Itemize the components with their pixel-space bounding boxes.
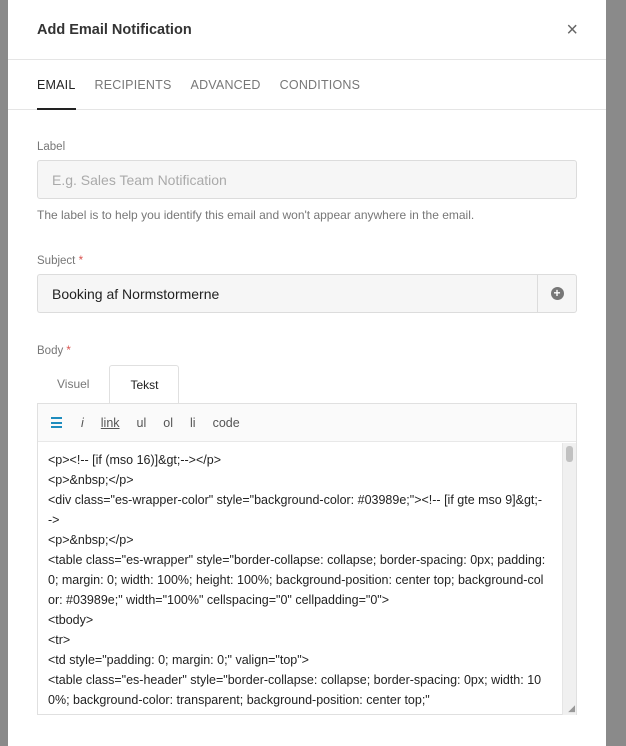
code-line: <div class="es-wrapper-color" style="bac… [48, 493, 543, 527]
scrollbar-thumb[interactable] [566, 446, 573, 462]
tab-visual[interactable]: Visuel [37, 364, 109, 403]
code-line: <td style="padding: 0; margin: 0;" valig… [48, 653, 309, 667]
close-icon[interactable]: × [566, 20, 578, 40]
subject-row: Booking af Normstormerne + [37, 274, 577, 313]
add-email-notification-modal: Add Email Notification × EMAIL RECIPIENT… [8, 0, 606, 746]
body-textarea[interactable]: <p><!-- [if (mso 16)]&gt;--></p> <p>&nbs… [38, 442, 576, 714]
li-button[interactable]: li [190, 416, 196, 430]
modal-title: Add Email Notification [37, 21, 192, 38]
tab-advanced[interactable]: ADVANCED [191, 60, 261, 109]
tab-bar: EMAIL RECIPIENTS ADVANCED CONDITIONS [8, 60, 606, 110]
list-icon[interactable] [51, 417, 62, 428]
code-line: <table class="es-header" style="border-c… [48, 673, 542, 707]
tab-conditions[interactable]: CONDITIONS [280, 60, 360, 109]
editor-mode-tabs: Visuel Tekst [37, 364, 577, 404]
resize-handle-icon[interactable]: ◢ [568, 704, 575, 713]
label-help-text: The label is to help you identify this e… [37, 208, 475, 222]
email-tab-content: Label E.g. Sales Team Notification The l… [8, 110, 606, 715]
body-label-text: Body [37, 345, 64, 357]
code-line: <p>&nbsp;</p> [48, 533, 134, 547]
code-line: <tbody> [48, 613, 94, 627]
code-line: <tr> [48, 633, 71, 647]
link-button[interactable]: link [101, 416, 120, 430]
label-field-label: Label [37, 141, 66, 153]
subject-input[interactable]: Booking af Normstormerne [37, 274, 537, 313]
code-button[interactable]: code [213, 416, 240, 430]
body-field-label: Body * [37, 345, 577, 357]
ol-button[interactable]: ol [163, 416, 173, 430]
subject-field-label: Subject * [37, 255, 577, 267]
plus-circle-icon: + [550, 287, 564, 300]
body-editor: i link ul ol li code <p><!-- [if (mso 16… [37, 403, 577, 715]
label-input[interactable]: E.g. Sales Team Notification [37, 160, 577, 199]
subject-label-text: Subject [37, 255, 76, 267]
textarea-scrollbar[interactable] [562, 443, 576, 715]
tab-recipients[interactable]: RECIPIENTS [95, 60, 172, 109]
modal-header: Add Email Notification × [8, 0, 606, 60]
code-line: <p>&nbsp;</p> [48, 473, 134, 487]
insert-merge-tag-button[interactable]: + [537, 274, 577, 313]
editor-toolbar: i link ul ol li code [38, 404, 576, 442]
italic-button[interactable]: i [81, 416, 84, 430]
code-line: <table class="es-wrapper" style="border-… [48, 553, 546, 607]
code-line: <p><!-- [if (mso 16)]&gt;--></p> [48, 453, 221, 467]
required-mark: * [78, 255, 84, 267]
ul-button[interactable]: ul [137, 416, 147, 430]
required-mark: * [66, 345, 71, 357]
tab-text[interactable]: Tekst [109, 365, 180, 404]
tab-email[interactable]: EMAIL [37, 60, 76, 110]
